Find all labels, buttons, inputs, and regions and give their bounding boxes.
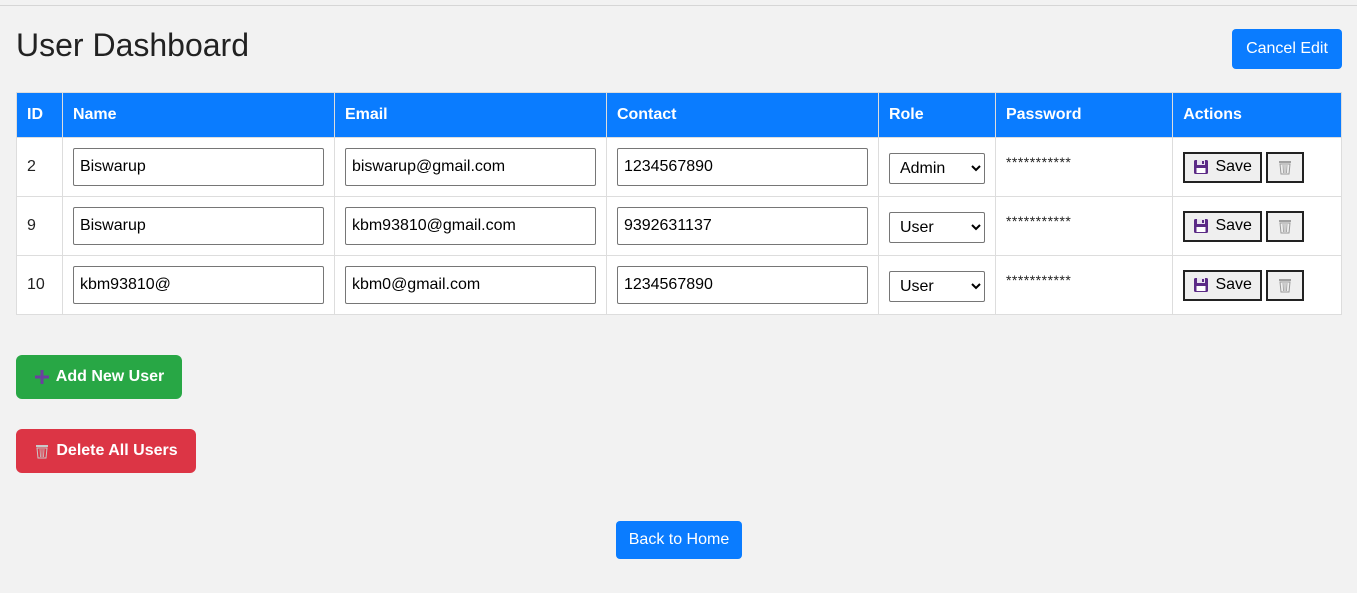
plus-icon [34,369,50,385]
row-actions: Save [1183,210,1331,242]
name-input[interactable] [72,148,324,186]
top-divider [0,5,1357,6]
cell-role: Admin [877,137,996,197]
save-label: Save [1215,158,1252,175]
delete-row-button[interactable] [1266,151,1305,183]
role-select[interactable]: User [888,270,985,302]
add-new-user-label: Add New User [55,368,165,385]
cell-password: *********** [994,196,1174,256]
cell-contact [605,137,879,197]
users-table: ID Name Email Contact Role Password Acti… [16,92,1342,315]
table-header-row: ID Name Email Contact Role Password Acti… [16,92,1342,138]
name-input[interactable] [72,207,324,245]
floppy-disk-icon [1193,159,1209,175]
contact-input[interactable] [616,266,868,304]
cell-id: 2 [16,137,63,197]
back-to-home-button[interactable]: Back to Home [616,521,742,559]
cell-actions: Save [1172,137,1342,197]
row-actions: Save [1183,269,1331,301]
cell-id: 10 [16,255,63,315]
delete-row-button[interactable] [1266,210,1305,242]
delete-row-button[interactable] [1266,269,1305,301]
row-actions: Save [1183,151,1331,183]
save-button[interactable]: Save [1183,269,1263,301]
cell-email [333,255,607,315]
cell-name [61,137,335,197]
cell-role: User [877,196,996,256]
column-header-actions: Actions [1172,92,1342,138]
save-button[interactable]: Save [1183,210,1263,242]
wastebasket-icon [1277,277,1293,293]
role-select[interactable]: Admin [888,152,985,184]
cell-name [61,196,335,256]
email-input[interactable] [344,148,596,186]
password-mask: *********** [1005,213,1072,229]
column-header-id: ID [16,92,63,138]
password-mask: *********** [1005,154,1072,170]
password-mask: *********** [1005,272,1072,288]
save-label: Save [1215,217,1252,234]
table-row: 9 User *********** Save [16,196,1342,256]
floppy-disk-icon [1193,218,1209,234]
column-header-password: Password [994,92,1174,138]
save-button[interactable]: Save [1183,151,1263,183]
cell-name [61,255,335,315]
add-new-user-button[interactable]: Add New User [16,355,182,399]
cell-id: 9 [16,196,63,256]
cell-actions: Save [1172,255,1342,315]
floppy-disk-icon [1193,277,1209,293]
cell-contact [605,196,879,256]
column-header-email: Email [333,92,607,138]
contact-input[interactable] [616,148,868,186]
table-row: 2 Admin *********** Save [16,137,1342,197]
table-row: 10 User *********** Save [16,255,1342,315]
email-input[interactable] [344,207,596,245]
delete-all-users-label: Delete All Users [56,442,178,459]
cell-password: *********** [994,255,1174,315]
save-label: Save [1215,276,1252,293]
cell-email [333,196,607,256]
wastebasket-icon [34,443,50,459]
page-title: User Dashboard [16,27,249,63]
wastebasket-icon [1277,159,1293,175]
email-input[interactable] [344,266,596,304]
role-select[interactable]: User [888,211,985,243]
column-header-name: Name [61,92,335,138]
cell-password: *********** [994,137,1174,197]
cancel-edit-button[interactable]: Cancel Edit [1232,29,1342,69]
cell-role: User [877,255,996,315]
cell-email [333,137,607,197]
column-header-role: Role [877,92,996,138]
wastebasket-icon [1277,218,1293,234]
cell-contact [605,255,879,315]
column-header-contact: Contact [605,92,879,138]
cell-actions: Save [1172,196,1342,256]
name-input[interactable] [72,266,324,304]
contact-input[interactable] [616,207,868,245]
delete-all-users-button[interactable]: Delete All Users [16,429,196,473]
